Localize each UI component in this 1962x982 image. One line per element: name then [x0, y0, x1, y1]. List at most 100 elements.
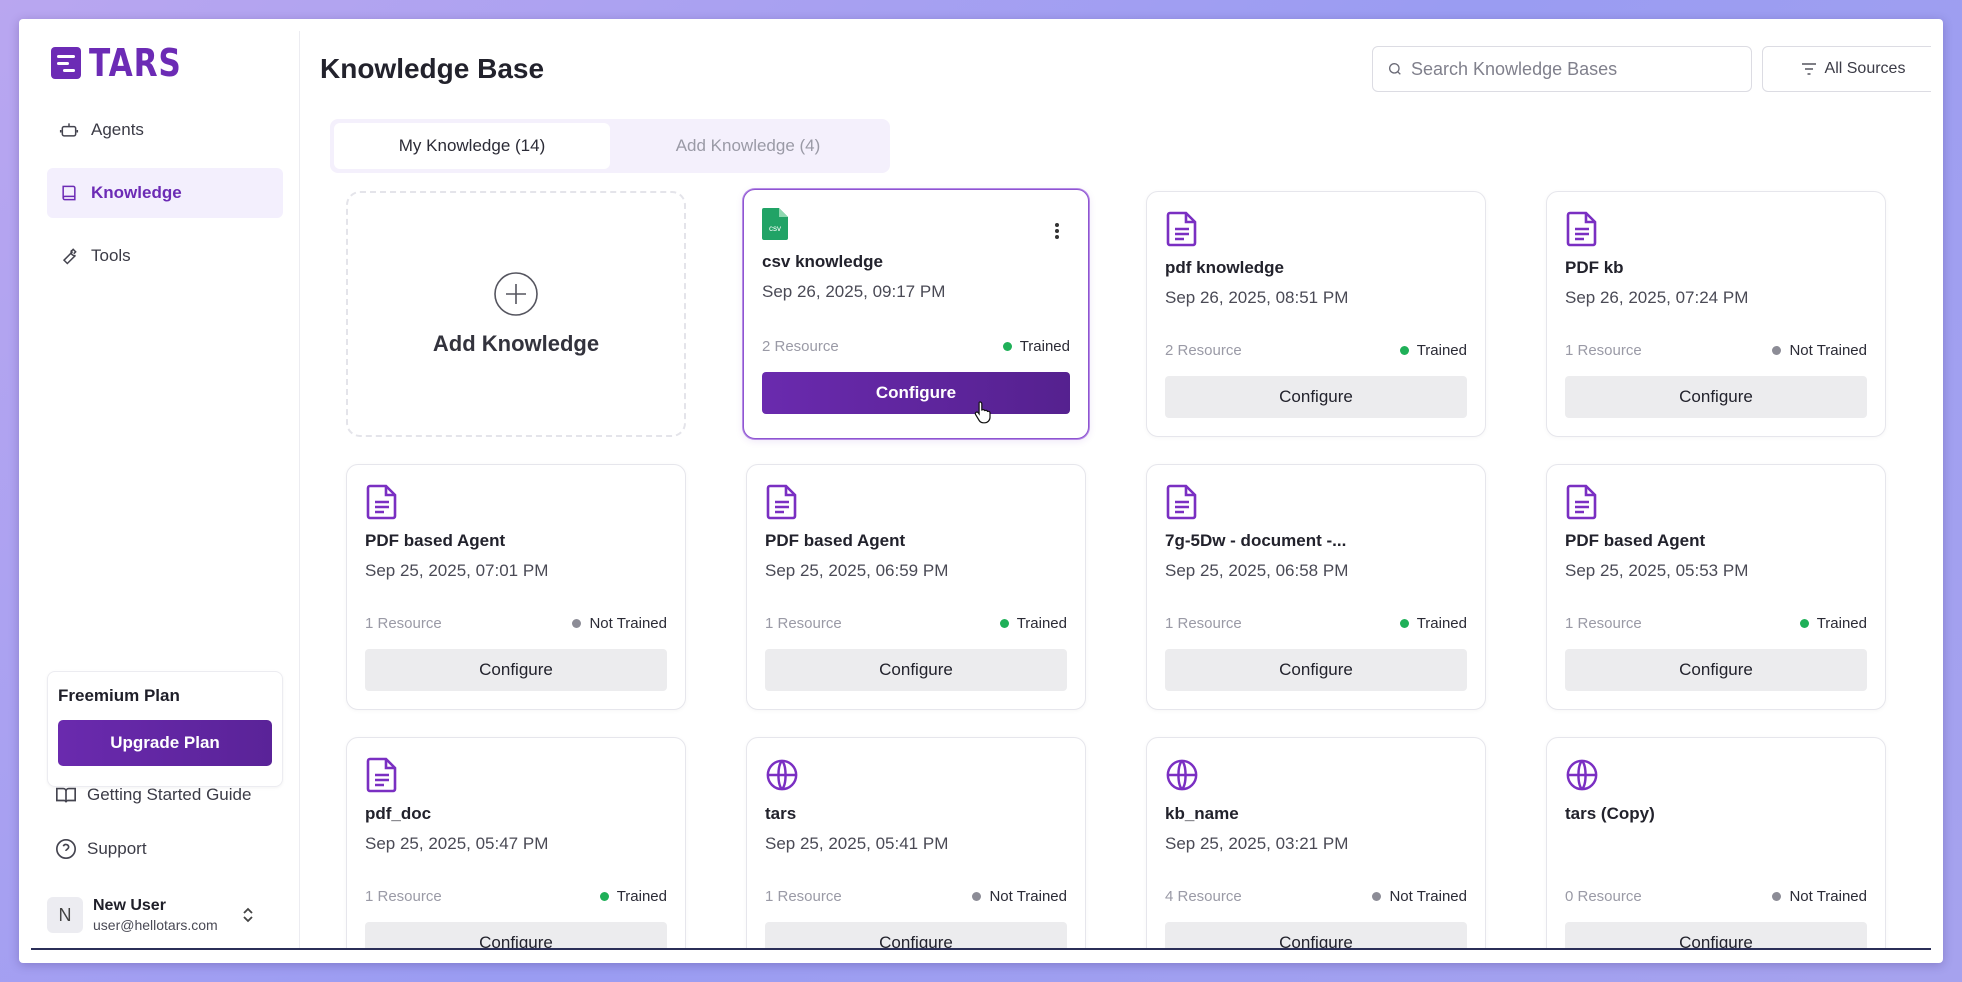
configure-button[interactable]: Configure — [365, 922, 667, 949]
status-label: Not Trained — [989, 888, 1067, 905]
resource-count: 1 Resource — [1565, 342, 1642, 359]
status-dot-icon — [1799, 619, 1809, 628]
search-input[interactable] — [1411, 58, 1731, 80]
logo-text: TARS — [89, 41, 182, 85]
chevron-up-down-icon[interactable] — [242, 906, 254, 924]
main-content: Knowledge Base All Sources My Knowledge … — [300, 31, 1931, 949]
knowledge-date: Sep 25, 2025, 03:21 PM — [1165, 834, 1349, 853]
knowledge-card[interactable]: PDF based Agent Sep 25, 2025, 06:59 PM 1 R… — [746, 464, 1086, 710]
configure-button[interactable]: Configure — [1565, 376, 1867, 418]
status-badge: Trained — [599, 888, 667, 905]
configure-button[interactable]: Configure — [765, 649, 1067, 691]
knowledge-date: Sep 25, 2025, 05:53 PM — [1565, 561, 1749, 580]
document-icon — [366, 484, 397, 520]
knowledge-card[interactable]: pdf_doc Sep 25, 2025, 05:47 PM 1 Resource T… — [346, 737, 686, 949]
user-name: New User — [93, 897, 166, 914]
robot-icon — [59, 123, 79, 137]
user-menu[interactable]: N New User user@hellotars.com — [47, 897, 254, 933]
filter-icon — [1801, 63, 1816, 75]
logo[interactable]: TARS — [51, 41, 202, 85]
all-sources-filter-button[interactable]: All Sources — [1762, 46, 1931, 92]
sidebar-item-agents[interactable]: Agents — [47, 105, 283, 155]
status-badge: Not Trained — [972, 888, 1067, 905]
status-label: Not Trained — [1389, 888, 1467, 905]
getting-started-label: Getting Started Guide — [87, 785, 252, 804]
knowledge-card[interactable]: pdf knowledge Sep 26, 2025, 08:51 PM 2 Res… — [1146, 191, 1486, 437]
getting-started-link[interactable]: Getting Started Guide — [55, 784, 251, 806]
tab-my-knowledge[interactable]: My Knowledge (14) — [334, 123, 610, 169]
knowledge-name: tars (Copy) — [1565, 804, 1655, 823]
search-box[interactable] — [1372, 46, 1752, 92]
knowledge-card[interactable]: PDF based Agent Sep 25, 2025, 05:53 PM 1 R… — [1546, 464, 1886, 710]
knowledge-date: Sep 26, 2025, 09:17 PM — [762, 282, 946, 301]
knowledge-card[interactable]: csv csv knowledge Sep 26, 2025, 09:17 PM 2 … — [743, 189, 1089, 439]
upgrade-plan-button[interactable]: Upgrade Plan — [58, 720, 272, 766]
document-icon — [366, 757, 397, 793]
wrench-icon — [62, 248, 77, 265]
knowledge-card[interactable]: PDF based Agent Sep 25, 2025, 07:01 PM 1 R… — [346, 464, 686, 710]
status-badge: Trained — [1799, 615, 1867, 632]
status-badge: Trained — [1399, 615, 1467, 632]
globe-icon — [1566, 759, 1598, 791]
status-label: Trained — [1016, 615, 1067, 632]
csv-badge: csv — [769, 224, 781, 233]
user-email: user@hellotars.com — [93, 917, 218, 933]
sidebar-item-knowledge[interactable]: Knowledge — [47, 168, 283, 218]
status-dot-icon — [1372, 892, 1382, 901]
status-badge: Not Trained — [1772, 342, 1867, 359]
page-title: Knowledge Base — [320, 53, 545, 84]
configure-button[interactable]: Configure — [1165, 649, 1467, 691]
configure-button[interactable]: Configure — [1165, 922, 1467, 949]
avatar: N — [47, 897, 83, 933]
configure-button[interactable]: Configure — [1165, 376, 1467, 418]
status-dot-icon — [972, 892, 982, 901]
configure-button[interactable]: Configure — [762, 372, 1070, 414]
csv-file-icon: csv — [762, 208, 788, 240]
resource-count: 1 Resource — [765, 615, 842, 632]
knowledge-date: Sep 26, 2025, 08:51 PM — [1165, 288, 1349, 307]
sidebar-item-tools[interactable]: Tools — [47, 231, 283, 281]
add-knowledge-card[interactable]: Add Knowledge — [346, 191, 686, 437]
document-icon — [1566, 211, 1597, 247]
knowledge-card[interactable]: PDF kb Sep 26, 2025, 07:24 PM 1 Resource No… — [1546, 191, 1886, 437]
support-link[interactable]: Support — [55, 838, 147, 860]
configure-button[interactable]: Configure — [1565, 649, 1867, 691]
resource-count: 1 Resource — [765, 888, 842, 905]
knowledge-date: Sep 25, 2025, 07:01 PM — [365, 561, 549, 580]
search-icon — [1389, 62, 1401, 75]
status-label: Trained — [1416, 342, 1467, 359]
configure-button[interactable]: Configure — [1565, 922, 1867, 949]
status-label: Trained — [616, 888, 667, 905]
knowledge-name: csv knowledge — [762, 252, 883, 271]
status-label: Trained — [1416, 615, 1467, 632]
globe-icon — [1166, 759, 1198, 791]
tab-add-knowledge[interactable]: Add Knowledge (4) — [610, 123, 886, 169]
more-options-icon[interactable] — [1054, 222, 1060, 240]
status-dot-icon — [999, 619, 1009, 628]
app-window: TARS Agents Knowledge Tools Freemium Pla… — [19, 19, 1943, 963]
knowledge-card[interactable]: tars Sep 25, 2025, 05:41 PM 1 Resource Not … — [746, 737, 1086, 949]
status-dot-icon — [1399, 346, 1409, 355]
status-label: Not Trained — [1789, 342, 1867, 359]
sidebar-item-label: Knowledge — [91, 183, 182, 202]
knowledge-card[interactable]: 7g-5Dw - document -... Sep 25, 2025, 06:5… — [1146, 464, 1486, 710]
document-icon — [1566, 484, 1597, 520]
status-badge: Not Trained — [572, 615, 667, 632]
knowledge-card[interactable]: tars (Copy) 0 Resource Not Trained Configur… — [1546, 737, 1886, 949]
knowledge-date: Sep 25, 2025, 06:59 PM — [765, 561, 949, 580]
status-dot-icon — [1772, 346, 1782, 355]
knowledge-date: Sep 25, 2025, 05:41 PM — [765, 834, 949, 853]
resource-count: 1 Resource — [365, 615, 442, 632]
configure-button[interactable]: Configure — [765, 922, 1067, 949]
knowledge-card[interactable]: kb_name Sep 25, 2025, 03:21 PM 4 Resource N… — [1146, 737, 1486, 949]
status-badge: Trained — [1399, 342, 1467, 359]
knowledge-name: PDF kb — [1565, 258, 1624, 277]
status-label: Not Trained — [1789, 888, 1867, 905]
help-circle-icon — [56, 839, 76, 859]
knowledge-name: PDF based Agent — [365, 531, 506, 550]
plan-box: Freemium Plan Upgrade Plan — [47, 671, 283, 787]
document-icon — [1166, 211, 1197, 247]
configure-button[interactable]: Configure — [365, 649, 667, 691]
logo-icon — [51, 47, 81, 79]
resource-count: 0 Resource — [1565, 888, 1642, 905]
